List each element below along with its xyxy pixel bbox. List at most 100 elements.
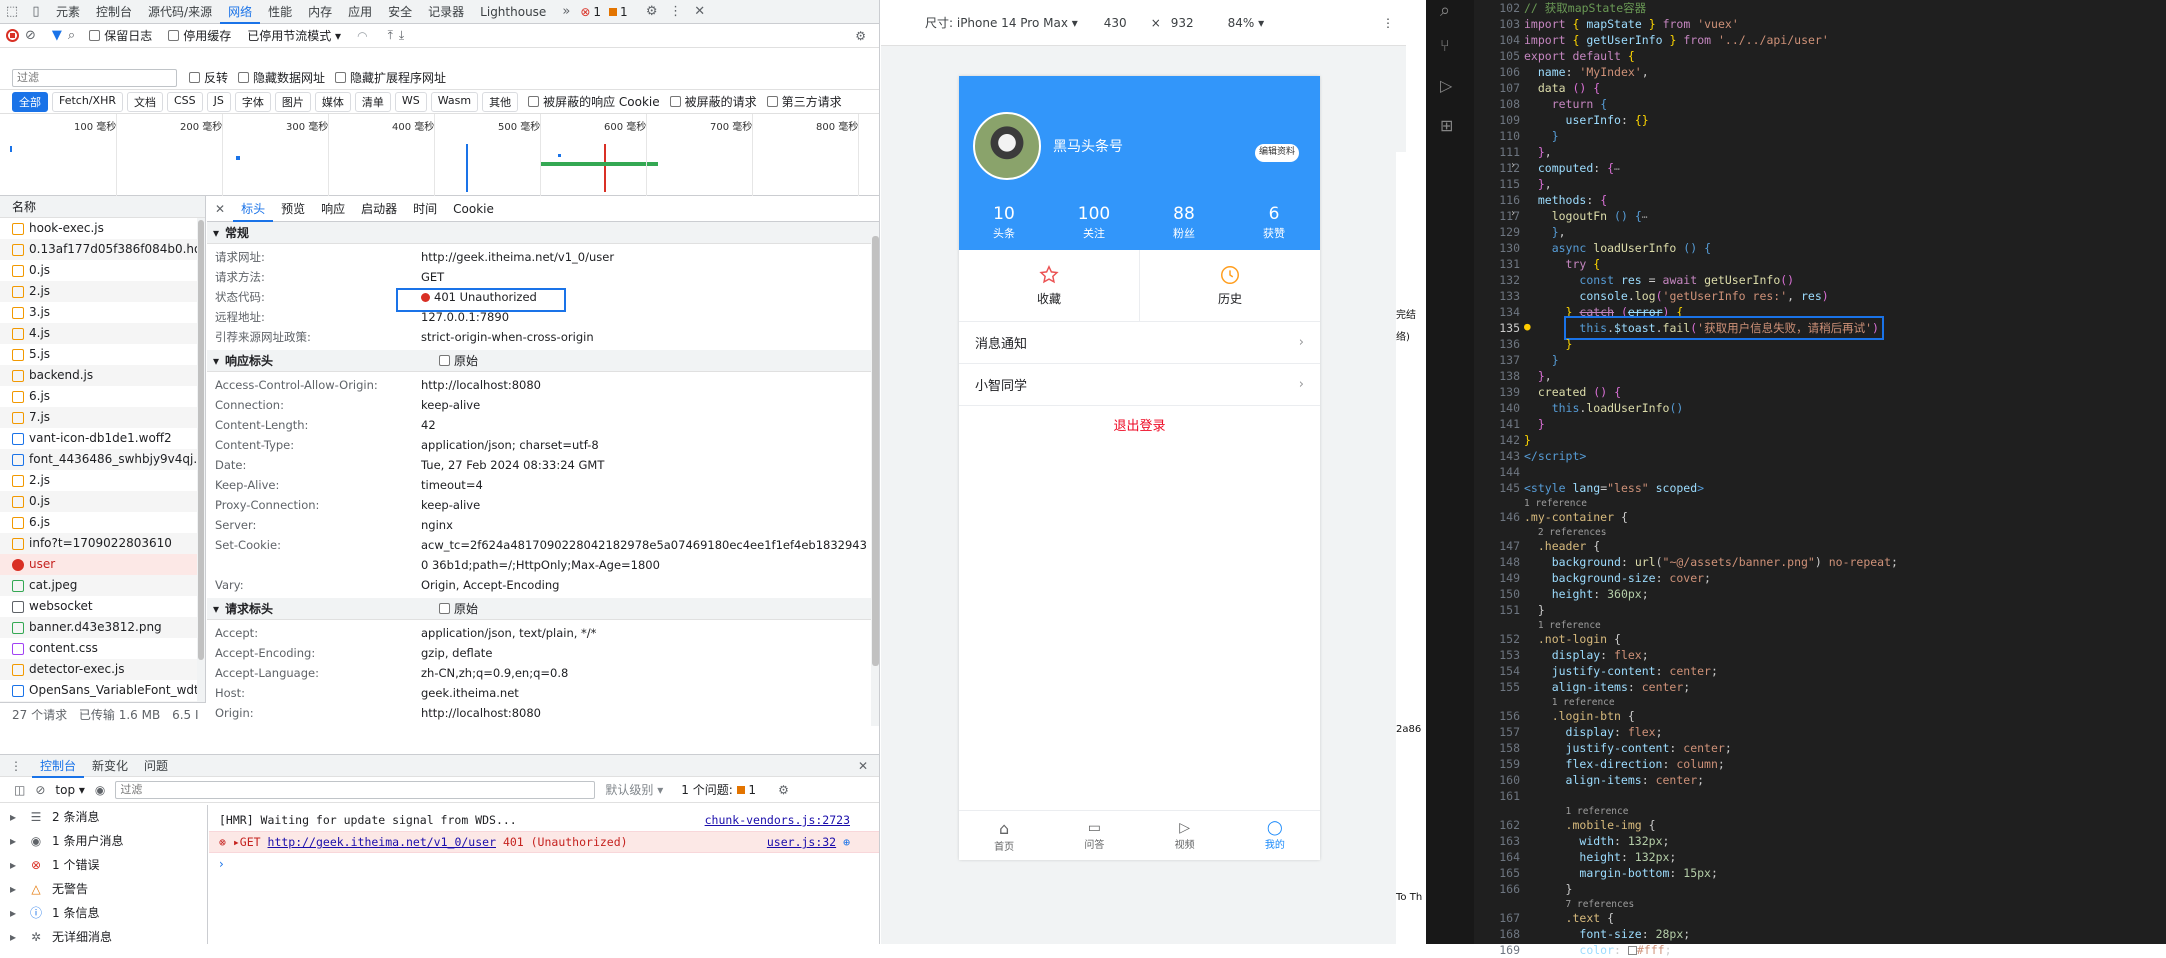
- search-icon[interactable]: ⌕: [68, 28, 75, 43]
- hide-ext-urls-checkbox[interactable]: 隐藏扩展程序网址: [335, 69, 446, 86]
- third-party-checkbox[interactable]: 第三方请求: [766, 93, 842, 110]
- codelens-reference[interactable]: 2 references: [1524, 525, 1607, 538]
- checkbox-box[interactable]: [439, 603, 451, 614]
- request-row[interactable]: 7.js: [0, 407, 205, 428]
- tab-5[interactable]: 内存: [300, 0, 340, 24]
- throttle-select[interactable]: 已停用节流模式 ▾: [247, 27, 341, 44]
- wifi-icon[interactable]: ◠: [357, 29, 367, 43]
- console-sidebar-item[interactable]: ▸ ✲ 无详细消息: [0, 925, 207, 944]
- search-icon[interactable]: ⌕: [1440, 0, 1450, 21]
- request-row[interactable]: 2.js: [0, 470, 205, 491]
- cell-notifications[interactable]: 消息通知 ›: [959, 322, 1320, 364]
- drawer-menu-icon[interactable]: ⋮: [0, 759, 32, 773]
- disable-cache-checkbox[interactable]: 停用缓存: [168, 27, 231, 44]
- device-width-input[interactable]: 430: [1104, 16, 1127, 30]
- checkbox-box[interactable]: [439, 355, 451, 366]
- log-source-link[interactable]: chunk-vendors.js:2723: [705, 809, 850, 831]
- tab-home[interactable]: ⌂ 首页: [959, 811, 1049, 860]
- request-row[interactable]: 3.js: [0, 302, 205, 323]
- network-link-icon[interactable]: ⊕: [843, 835, 850, 849]
- close-details-icon[interactable]: ✕: [215, 202, 225, 216]
- live-expression-eye-icon[interactable]: ◉: [95, 783, 105, 797]
- details-tab[interactable]: 启动器: [353, 196, 405, 222]
- request-row[interactable]: 0.js: [0, 491, 205, 512]
- details-tab[interactable]: 预览: [273, 196, 313, 222]
- type-filter-pill[interactable]: CSS: [166, 91, 203, 112]
- extensions-icon[interactable]: ⊞: [1440, 116, 1453, 135]
- filter-icon[interactable]: ▼: [52, 28, 62, 43]
- type-filter-pill[interactable]: 图片: [274, 91, 311, 112]
- request-row[interactable]: 6.js: [0, 512, 205, 533]
- tab-6[interactable]: 应用: [340, 0, 380, 24]
- device-more-icon[interactable]: ⋮: [1382, 16, 1394, 30]
- favorites-button[interactable]: 收藏: [959, 250, 1140, 321]
- request-row[interactable]: cat.jpeg: [0, 575, 205, 596]
- request-row[interactable]: OpenSans_VariableFont_wdt...: [0, 680, 205, 701]
- request-list-scrollbar[interactable]: [197, 218, 205, 702]
- type-filter-pill[interactable]: 其他: [482, 91, 519, 112]
- device-height-input[interactable]: 932: [1171, 16, 1194, 30]
- name-column-header[interactable]: 名称: [0, 196, 205, 218]
- console-sidebar-item[interactable]: ▸ ⊗ 1 个错误: [0, 853, 207, 877]
- profile-stat[interactable]: 100 关注: [1049, 204, 1139, 241]
- error-url-link[interactable]: http://geek.itheima.net/v1_0/user: [268, 835, 496, 849]
- cell-assistant[interactable]: 小智同学 ›: [959, 364, 1320, 406]
- network-settings-gear-icon[interactable]: ⚙: [855, 29, 866, 43]
- type-filter-pill[interactable]: 文档: [126, 91, 163, 112]
- request-row[interactable]: 2.js: [0, 281, 205, 302]
- request-row[interactable]: content.css: [0, 638, 205, 659]
- avatar[interactable]: [973, 112, 1041, 180]
- details-tab[interactable]: Cookie: [445, 196, 502, 222]
- codelens-reference[interactable]: 1 reference: [1524, 496, 1587, 509]
- sidebar-toggle-icon[interactable]: ◫: [14, 783, 25, 797]
- checkbox-box[interactable]: [528, 96, 540, 107]
- request-row[interactable]: detector-exec.js: [0, 659, 205, 680]
- zoom-select[interactable]: 84% ▾: [1228, 16, 1265, 30]
- code-editor[interactable]: 102 // 获取mapState容器 103 import { mapState }…: [1474, 0, 2166, 957]
- close-icon[interactable]: ✕: [688, 0, 712, 24]
- request-row[interactable]: 6.js: [0, 386, 205, 407]
- profile-stat[interactable]: 10 头条: [959, 204, 1049, 241]
- request-row[interactable]: vant-icon-db1de1.woff2: [0, 428, 205, 449]
- console-sidebar-item[interactable]: ▸ ⓘ 1 条信息: [0, 901, 207, 925]
- codelens-reference[interactable]: 1 reference: [1524, 804, 1629, 817]
- console-sidebar-item[interactable]: ▸ △ 无警告: [0, 877, 207, 901]
- import-icon[interactable]: ⤒: [388, 28, 393, 43]
- details-tab[interactable]: 时间: [405, 196, 445, 222]
- type-filter-pill[interactable]: WS: [394, 91, 427, 112]
- type-filter-pill[interactable]: Wasm: [430, 91, 479, 112]
- tab-0[interactable]: 元素: [48, 0, 88, 24]
- details-tab[interactable]: 标头: [233, 196, 274, 222]
- request-row[interactable]: 5.js: [0, 344, 205, 365]
- issues-counter[interactable]: 1 个问题: 1: [681, 781, 756, 798]
- source-control-icon[interactable]: ⑂: [1440, 36, 1450, 55]
- type-filter-pill[interactable]: 全部: [12, 91, 48, 112]
- request-row[interactable]: banner.d43e3812.png: [0, 617, 205, 638]
- tab-video[interactable]: ▷ 视频: [1140, 811, 1230, 860]
- checkbox-box[interactable]: [168, 30, 180, 41]
- network-overview-timeline[interactable]: 100 毫秒 200 毫秒 300 毫秒 400 毫秒 500 毫秒 600 毫秒 700 …: [0, 114, 879, 196]
- lightbulb-icon[interactable]: ●: [1524, 320, 1531, 333]
- checkbox-box[interactable]: [335, 72, 347, 83]
- request-row[interactable]: websocket: [0, 596, 205, 617]
- settings-gear-icon[interactable]: ⚙: [640, 0, 664, 24]
- profile-stat[interactable]: 88 粉丝: [1139, 204, 1229, 241]
- drawer-tab[interactable]: 问题: [136, 754, 176, 778]
- request-row[interactable]: info?t=1709022803610: [0, 533, 205, 554]
- record-stop-icon[interactable]: [6, 29, 19, 42]
- checkbox-box[interactable]: [189, 72, 200, 83]
- checkbox-box[interactable]: [669, 96, 681, 107]
- logout-button[interactable]: 退出登录: [959, 406, 1320, 448]
- details-tab[interactable]: 响应: [313, 196, 353, 222]
- log-level-select[interactable]: 默认级别 ▾: [605, 781, 663, 798]
- profile-stat[interactable]: 6 获赞: [1229, 204, 1319, 241]
- warning-counter[interactable]: 1: [609, 5, 628, 19]
- console-settings-gear-icon[interactable]: ⚙: [778, 783, 789, 797]
- blocked-cookies-checkbox[interactable]: 被屏蔽的响应 Cookie: [528, 93, 660, 110]
- fold-chevron-icon[interactable]: ›: [1510, 160, 1516, 171]
- details-scrollbar[interactable]: [871, 222, 879, 726]
- request-row[interactable]: 0.13af177d05f386f084b0.ho...: [0, 239, 205, 260]
- request-row[interactable]: font_4436486_swhbjy9v4qj...: [0, 449, 205, 470]
- type-filter-pill[interactable]: Fetch/XHR: [52, 91, 123, 112]
- console-filter-input[interactable]: [115, 780, 596, 799]
